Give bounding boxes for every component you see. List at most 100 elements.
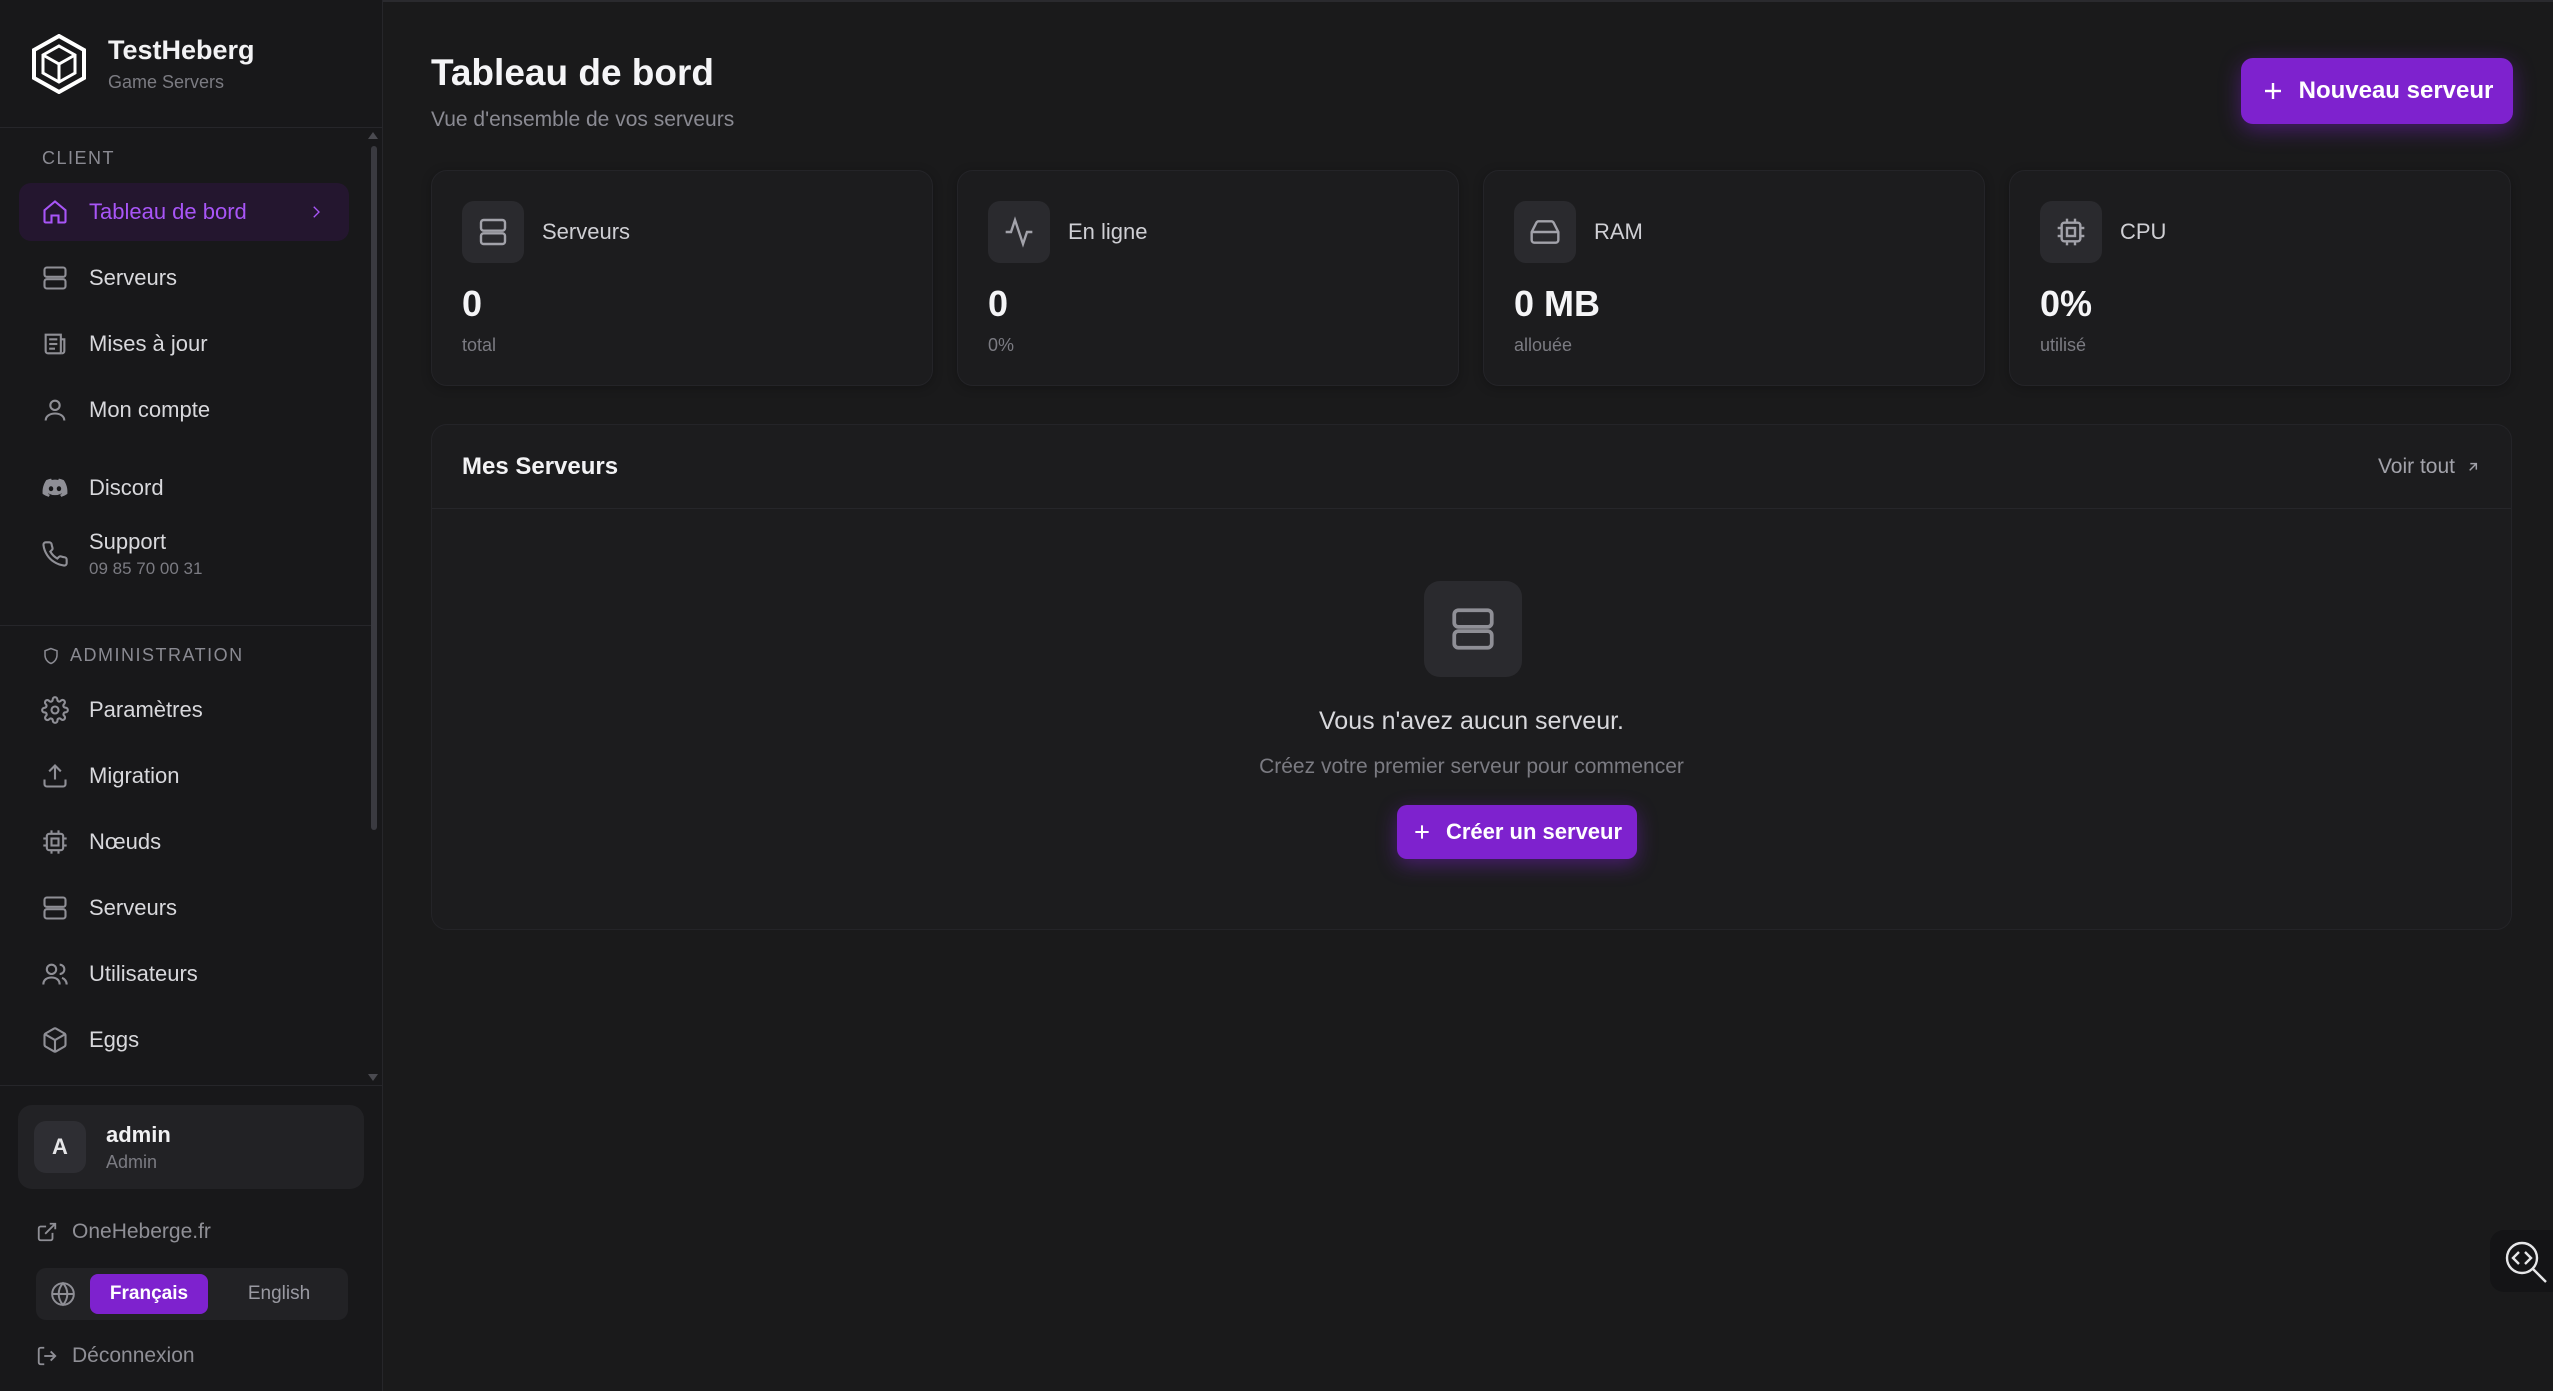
logout-label: Déconnexion: [72, 1344, 195, 1367]
sidebar-item-label: Discord: [89, 475, 164, 500]
stat-label: Serveurs: [542, 219, 631, 244]
scroll-up-arrow[interactable]: [368, 132, 378, 139]
sidebar-scrollbar[interactable]: [371, 146, 377, 830]
stat-value: 0: [462, 283, 483, 324]
language-french-button[interactable]: Français: [90, 1274, 208, 1314]
sidebar: TestHeberg Game Servers CLIENT Tableau d…: [0, 0, 383, 1391]
sidebar-item-users[interactable]: Utilisateurs: [19, 945, 349, 1003]
sidebar-item-label: Nœuds: [89, 829, 162, 854]
stat-card-servers: Serveurs 0 total: [431, 170, 933, 386]
box-icon: [43, 1027, 67, 1053]
code-search-icon: [2505, 1241, 2547, 1283]
sidebar-item-label: Migration: [89, 763, 180, 788]
stat-label: CPU: [2120, 219, 2167, 244]
sidebar-item-account[interactable]: Mon compte: [19, 381, 349, 439]
sidebar-item-dashboard[interactable]: Tableau de bord: [19, 183, 349, 241]
external-site-link[interactable]: OneHeberge.fr: [36, 1220, 211, 1244]
external-site-label: OneHeberge.fr: [72, 1220, 211, 1243]
main-content: Tableau de bord Vue d'ensemble de vos se…: [383, 0, 2553, 1391]
arrow-up-right-icon: [2469, 462, 2478, 471]
newspaper-icon: [44, 333, 66, 355]
sidebar-item-support[interactable]: Support 09 85 70 00 31: [19, 518, 349, 590]
stat-sub: 0%: [988, 335, 1015, 355]
discord-icon: [42, 478, 68, 497]
server-icon: [1452, 608, 1494, 650]
language-english-button[interactable]: English: [220, 1274, 338, 1314]
empty-state-icon-box: [1424, 581, 1522, 677]
sidebar-item-discord[interactable]: Discord: [19, 459, 349, 517]
support-label: Support: [89, 529, 167, 554]
cpu-icon: [2057, 218, 2085, 246]
brand-logo-icon: [32, 33, 86, 94]
stat-sub: utilisé: [2040, 335, 2087, 355]
sidebar-divider: [0, 625, 372, 626]
support-phone: 09 85 70 00 31: [89, 559, 203, 578]
my-servers-panel: Mes Serveurs Voir tout Vous n'avez aucun…: [431, 424, 2512, 930]
sidebar-item-label: Paramètres: [89, 697, 203, 722]
sidebar-item-updates[interactable]: Mises à jour: [19, 315, 349, 373]
language-switcher: Français English: [36, 1268, 348, 1320]
empty-state-subtitle: Créez votre premier serveur pour commenc…: [1259, 755, 1684, 778]
panel-title: Mes Serveurs: [462, 452, 619, 480]
sidebar-item-label: Eggs: [89, 1027, 140, 1052]
upload-icon: [43, 764, 67, 788]
section-label-admin: ADMINISTRATION: [0, 645, 244, 666]
server-icon: [43, 896, 67, 920]
see-all-label: Voir tout: [2377, 454, 2455, 478]
page-title: Tableau de bord: [431, 52, 715, 93]
stat-value: 0: [988, 283, 1009, 324]
server-icon: [43, 266, 67, 290]
gear-icon: [41, 696, 69, 724]
activity-icon: [1005, 216, 1033, 248]
server-icon: [479, 218, 507, 246]
app-root: TestHeberg Game Servers CLIENT Tableau d…: [0, 0, 2553, 1391]
user-card[interactable]: A admin Admin: [18, 1105, 364, 1189]
avatar: A: [34, 1121, 86, 1173]
shield-icon: [44, 647, 58, 664]
sidebar-item-label: Mon compte: [89, 397, 211, 422]
sidebar-item-label: Serveurs: [89, 265, 178, 290]
sidebar-item-nodes[interactable]: Nœuds: [19, 813, 349, 871]
sidebar-item-servers[interactable]: Serveurs: [19, 249, 349, 307]
user-name: admin: [106, 1121, 171, 1147]
new-server-button[interactable]: Nouveau serveur: [2241, 58, 2513, 124]
sidebar-item-eggs[interactable]: Eggs: [19, 1011, 349, 1069]
floating-inspector-button[interactable]: [2490, 1230, 2553, 1292]
scroll-down-arrow[interactable]: [368, 1074, 378, 1081]
plus-icon: [2264, 83, 2281, 99]
sidebar-nav: CLIENT Tableau de bord Serveurs Mises à …: [0, 128, 372, 1083]
section-label-client: CLIENT: [42, 148, 116, 168]
new-server-button-label: Nouveau serveur: [2298, 77, 2494, 104]
stat-label: RAM: [1594, 219, 1643, 244]
users-icon: [42, 963, 68, 985]
create-server-button[interactable]: Créer un serveur: [1397, 805, 1637, 859]
stat-card-cpu: CPU 0% utilisé: [2009, 170, 2511, 386]
brand-subtitle: Game Servers: [108, 71, 225, 92]
sidebar-item-admin-servers[interactable]: Serveurs: [19, 879, 349, 937]
sidebar-item-settings[interactable]: Paramètres: [19, 681, 349, 739]
stat-value: 0 MB: [1514, 283, 1601, 324]
sidebar-item-migration[interactable]: Migration: [19, 747, 349, 805]
section-label-admin-text: ADMINISTRATION: [70, 645, 244, 665]
plus-icon: [1415, 825, 1429, 839]
logout-button[interactable]: Déconnexion: [36, 1344, 195, 1368]
cpu-icon: [43, 830, 67, 854]
stat-card-ram: RAM 0 MB allouée: [1483, 170, 1985, 386]
user-role: Admin: [106, 1151, 158, 1172]
hard-drive-icon: [1530, 220, 1560, 244]
sidebar-item-label: Utilisateurs: [89, 961, 198, 986]
stat-label: En ligne: [1068, 219, 1148, 244]
user-icon: [44, 399, 66, 421]
sidebar-item-label: Tableau de bord: [89, 199, 247, 224]
create-server-button-label: Créer un serveur: [1445, 819, 1623, 844]
sidebar-item-label: Serveurs: [89, 895, 178, 920]
see-all-link[interactable]: Voir tout: [2378, 455, 2481, 479]
empty-state-title: Vous n'avez aucun serveur.: [1319, 707, 1624, 735]
stat-value: 0%: [2040, 283, 2093, 324]
brand-name: TestHeberg: [108, 34, 255, 65]
logout-icon: [37, 1346, 57, 1366]
external-link-icon: [37, 1222, 57, 1242]
sidebar-footer: A admin Admin OneHeberge.fr Français Eng…: [0, 1085, 383, 1391]
brand[interactable]: TestHeberg Game Servers: [0, 0, 382, 128]
page-subtitle: Vue d'ensemble de vos serveurs: [431, 108, 735, 131]
